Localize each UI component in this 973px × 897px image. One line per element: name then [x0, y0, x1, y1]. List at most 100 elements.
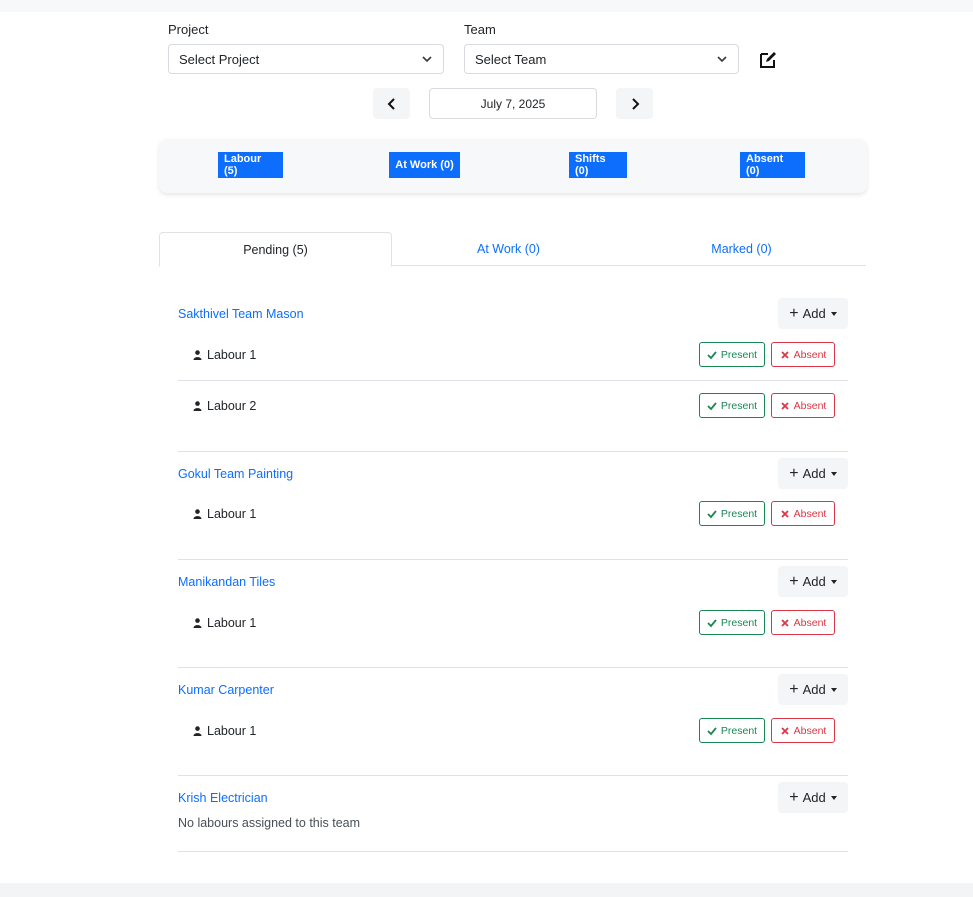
- edit-icon: [760, 52, 776, 68]
- top-strip: [0, 0, 973, 12]
- team-title[interactable]: Gokul Team Painting: [178, 467, 293, 481]
- labour-item: Labour 1: [193, 507, 256, 521]
- project-label: Project: [168, 22, 209, 37]
- present-label: Present: [720, 616, 758, 629]
- check-icon: [707, 618, 717, 627]
- absent-label: Absent: [793, 348, 827, 361]
- team-divider: [178, 451, 848, 452]
- present-button[interactable]: Present: [699, 610, 765, 635]
- present-button[interactable]: Present: [699, 393, 765, 418]
- labour-name: Labour 2: [207, 399, 257, 413]
- x-icon: [781, 726, 789, 735]
- person-icon: [193, 509, 202, 519]
- row-divider: [178, 380, 848, 381]
- team-divider: [178, 851, 848, 852]
- person-icon: [193, 726, 202, 736]
- check-icon: [707, 401, 717, 410]
- add-button[interactable]: + Add: [778, 674, 848, 705]
- labour-item: Labour 1: [193, 616, 256, 630]
- chevron-down-icon: [422, 56, 432, 63]
- add-label: Add: [802, 790, 826, 805]
- team-label: Team: [464, 22, 496, 37]
- caret-down-icon: [830, 471, 837, 476]
- at-work-count-badge[interactable]: At Work (0): [389, 152, 460, 178]
- team-title[interactable]: Manikandan Tiles: [178, 575, 275, 589]
- labour-item: Labour 2: [193, 399, 256, 413]
- labour-item: Labour 1: [193, 724, 256, 738]
- team-select[interactable]: Select Team: [464, 44, 739, 74]
- status-tabs: Pending (5) At Work (0) Marked (0): [159, 232, 866, 267]
- previous-date-button[interactable]: [373, 88, 410, 119]
- project-select-value: Select Project: [179, 51, 260, 67]
- labour-count-badge[interactable]: Labour (5): [218, 152, 283, 178]
- present-label: Present: [720, 348, 758, 361]
- team-divider: [178, 667, 848, 668]
- caret-down-icon: [830, 687, 837, 692]
- x-icon: [781, 509, 789, 518]
- bottom-strip: [0, 883, 973, 897]
- absent-label: Absent: [793, 507, 827, 520]
- tab-pending[interactable]: Pending (5): [159, 232, 392, 267]
- team-divider: [178, 559, 848, 560]
- x-icon: [781, 618, 789, 627]
- absent-button[interactable]: Absent: [771, 718, 835, 743]
- plus-icon: +: [789, 680, 799, 698]
- present-label: Present: [720, 507, 758, 520]
- person-icon: [193, 618, 202, 628]
- add-button[interactable]: + Add: [778, 458, 848, 489]
- present-button[interactable]: Present: [699, 342, 765, 367]
- edit-button[interactable]: [756, 49, 780, 71]
- project-select[interactable]: Select Project: [168, 44, 444, 74]
- tab-at-work[interactable]: At Work (0): [392, 232, 625, 266]
- absent-count-badge[interactable]: Absent (0): [740, 152, 805, 178]
- absent-button[interactable]: Absent: [771, 501, 835, 526]
- date-display[interactable]: July 7, 2025: [429, 88, 597, 119]
- add-button[interactable]: + Add: [778, 298, 848, 329]
- empty-team-message: No labours assigned to this team: [178, 816, 361, 830]
- person-icon: [193, 350, 202, 360]
- caret-down-icon: [830, 795, 837, 800]
- x-icon: [781, 350, 789, 359]
- next-date-button[interactable]: [616, 88, 653, 119]
- present-button[interactable]: Present: [699, 718, 765, 743]
- caret-down-icon: [830, 579, 837, 584]
- tab-marked[interactable]: Marked (0): [625, 232, 858, 266]
- chevron-down-icon: [717, 56, 727, 63]
- present-label: Present: [720, 724, 758, 737]
- plus-icon: +: [789, 464, 799, 482]
- team-divider: [178, 775, 848, 776]
- absent-label: Absent: [793, 724, 827, 737]
- chevron-left-icon: [387, 97, 395, 110]
- team-select-value: Select Team: [475, 51, 547, 67]
- present-label: Present: [720, 399, 758, 412]
- absent-label: Absent: [793, 616, 827, 629]
- check-icon: [707, 726, 717, 735]
- labour-name: Labour 1: [207, 507, 257, 521]
- absent-button[interactable]: Absent: [771, 393, 835, 418]
- absent-button[interactable]: Absent: [771, 610, 835, 635]
- team-title[interactable]: Krish Electrician: [178, 791, 268, 805]
- shifts-count-badge[interactable]: Shifts (0): [569, 152, 627, 178]
- add-button[interactable]: + Add: [778, 782, 848, 813]
- add-label: Add: [802, 682, 826, 697]
- present-button[interactable]: Present: [699, 501, 765, 526]
- labour-name: Labour 1: [207, 724, 257, 738]
- check-icon: [707, 350, 717, 359]
- add-label: Add: [802, 306, 826, 321]
- plus-icon: +: [789, 788, 799, 806]
- team-title[interactable]: Kumar Carpenter: [178, 683, 274, 697]
- add-label: Add: [802, 574, 826, 589]
- add-button[interactable]: + Add: [778, 566, 848, 597]
- labour-name: Labour 1: [207, 616, 257, 630]
- plus-icon: +: [789, 572, 799, 590]
- x-icon: [781, 401, 789, 410]
- add-label: Add: [802, 466, 826, 481]
- labour-item: Labour 1: [193, 348, 256, 362]
- labour-name: Labour 1: [207, 348, 257, 362]
- absent-label: Absent: [793, 399, 827, 412]
- plus-icon: +: [789, 304, 799, 322]
- absent-button[interactable]: Absent: [771, 342, 835, 367]
- caret-down-icon: [830, 311, 837, 316]
- team-title[interactable]: Sakthivel Team Mason: [178, 307, 304, 321]
- chevron-right-icon: [631, 97, 639, 110]
